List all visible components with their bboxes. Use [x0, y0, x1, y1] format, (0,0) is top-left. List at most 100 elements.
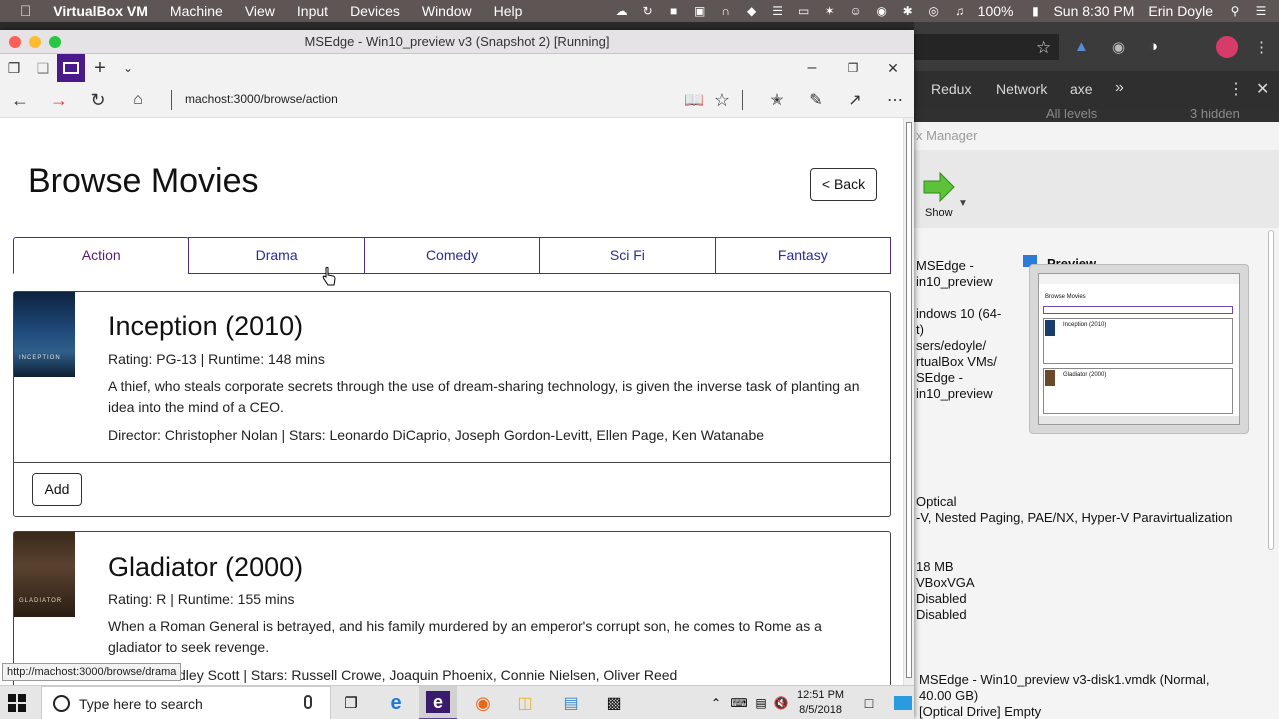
zoom-window-button[interactable]	[49, 36, 61, 48]
edge-nav-bar: ← → ↻ ⌂ machost:3000/browse/action 📖 ☆ ✭…	[0, 82, 914, 118]
close-window-button[interactable]	[9, 36, 21, 48]
profile-avatar[interactable]	[1216, 36, 1238, 58]
tab-drama[interactable]: Drama	[188, 237, 365, 274]
detail-location-1: sers/edoyle/	[916, 338, 987, 353]
dropbox-icon[interactable]: ◆	[744, 4, 760, 18]
extension-halfmoon-icon[interactable]: ◑	[1149, 38, 1158, 55]
arch-icon[interactable]: ∩	[718, 4, 734, 18]
detail-location-4: in10_preview	[916, 386, 993, 401]
menu-view[interactable]: View	[245, 3, 275, 19]
preview-page-title: Browse Movies	[1045, 294, 1086, 300]
volume-muted-icon[interactable]: 🔇	[768, 691, 794, 715]
app-name-menu[interactable]: VirtualBox VM	[53, 3, 148, 19]
details-scrollbar[interactable]	[1268, 230, 1274, 550]
windows-start-icon[interactable]	[8, 694, 26, 712]
levels-dropdown[interactable]: All levels	[1046, 109, 1097, 121]
scrollbar-thumb[interactable]	[906, 122, 912, 678]
microphone-icon[interactable]	[304, 695, 312, 709]
devtools-tab-axe[interactable]: axe	[1070, 81, 1093, 97]
terminal-icon[interactable]: ▩	[601, 691, 627, 715]
sync-icon[interactable]: ↻	[640, 4, 656, 18]
page-scrollbar[interactable]	[903, 118, 914, 685]
browser-menu-icon[interactable]: ⋮	[1254, 38, 1269, 56]
tab-preview-chevron-icon[interactable]: ⌄	[116, 58, 140, 78]
show-arrow-icon[interactable]	[922, 170, 956, 204]
devtools-close-icon[interactable]: ✕	[1256, 79, 1269, 99]
web-note-pen-icon[interactable]: ✎	[804, 88, 828, 112]
menu-bar-clock[interactable]: Sun 8:30 PM	[1053, 3, 1134, 19]
volume-icon[interactable]: ♫	[952, 4, 968, 18]
more-tabs-icon[interactable]: »	[1115, 79, 1124, 97]
action-center-icon[interactable]: □	[856, 691, 882, 715]
edge-taskbar-active[interactable]: e	[419, 686, 457, 719]
minimize-window-button[interactable]	[29, 36, 41, 48]
forward-arrow-icon[interactable]: →	[47, 88, 71, 112]
notification-center-icon[interactable]: ☰	[1253, 4, 1269, 18]
back-arrow-icon[interactable]: ←	[8, 88, 32, 112]
display-icon[interactable]: ▭	[796, 4, 812, 18]
refresh-icon[interactable]: ↻	[86, 88, 110, 112]
menu-devices[interactable]: Devices	[350, 3, 400, 19]
close-icon[interactable]: ✕	[881, 58, 905, 78]
box-icon[interactable]: ▣	[692, 4, 708, 18]
favorite-star-icon[interactable]: ☆	[710, 88, 734, 112]
restore-icon[interactable]: ❐	[841, 58, 865, 78]
task-view-icon[interactable]: ❐	[338, 691, 364, 715]
show-dropdown-icon[interactable]: ▼	[958, 198, 968, 209]
menu-input[interactable]: Input	[297, 3, 328, 19]
tab-set-aside-icon[interactable]: ❐	[2, 58, 26, 78]
bookmark-star-icon[interactable]: ☆	[1036, 38, 1051, 58]
apple-icon[interactable]: 	[20, 3, 31, 20]
active-tab[interactable]	[57, 54, 85, 82]
add-button[interactable]: Add	[32, 473, 82, 506]
spark-icon[interactable]: ✶	[822, 4, 838, 18]
back-button[interactable]: < Back	[810, 168, 877, 201]
home-icon[interactable]: ⌂	[126, 88, 150, 112]
hamburger-icon[interactable]: ☰	[770, 4, 786, 18]
taskbar-search-box[interactable]: Type here to search	[41, 686, 331, 719]
detail-disk-1: MSEdge - Win10_preview v3-disk1.vmdk (No…	[919, 672, 1210, 687]
tab-restore-icon[interactable]: ❑	[31, 58, 55, 78]
mac-menu-bar:  VirtualBox VM Machine View Input Devic…	[0, 0, 1279, 22]
address-bar[interactable]: machost:3000/browse/action	[185, 92, 338, 106]
detail-boot-order: Optical	[916, 494, 957, 509]
bluetooth-icon[interactable]: ✱	[900, 4, 916, 18]
screen-record-icon[interactable]: ◉	[874, 4, 890, 18]
extension-triangle-icon[interactable]: ▲	[1074, 38, 1089, 55]
file-explorer-icon[interactable]: ◫	[512, 691, 538, 715]
detail-location-3: SEdge -	[916, 370, 963, 385]
minimize-icon[interactable]: –	[800, 58, 824, 78]
taskbar-clock[interactable]: 12:51 PM 8/5/2018	[797, 688, 844, 718]
battery-icon[interactable]: ▮	[1027, 4, 1043, 18]
preview-poster-1	[1045, 320, 1055, 336]
detail-acceleration: -V, Nested Paging, PAE/NX, Hyper-V Parav…	[916, 510, 1233, 525]
ie-icon[interactable]: e	[383, 691, 409, 715]
wifi-icon[interactable]: ◎	[926, 4, 942, 18]
devtools-tab-network[interactable]: Network	[996, 81, 1047, 97]
reading-view-icon[interactable]: 📖	[682, 88, 706, 112]
devtools-menu-icon[interactable]: ⋮	[1228, 79, 1244, 99]
spotlight-search-icon[interactable]: ⚲	[1227, 4, 1243, 18]
tab-action[interactable]: Action	[13, 237, 190, 274]
preview-tabs	[1043, 306, 1233, 314]
more-options-icon[interactable]: ⋯	[883, 88, 907, 112]
shield-icon[interactable]: ■	[666, 4, 682, 18]
show-button-label[interactable]: Show	[925, 207, 953, 219]
tab-sci-fi[interactable]: Sci Fi	[539, 237, 716, 274]
share-icon[interactable]: ↗	[843, 88, 867, 112]
accessibility-icon[interactable]: ☺	[848, 4, 864, 18]
menu-help[interactable]: Help	[494, 3, 523, 19]
menu-window[interactable]: Window	[422, 3, 472, 19]
favorites-hub-icon[interactable]: ✭	[765, 88, 789, 112]
tab-fantasy[interactable]: Fantasy	[714, 237, 892, 274]
extension-glasses-icon[interactable]: ◉	[1112, 38, 1125, 56]
cloud-icon[interactable]: ☁	[614, 4, 630, 18]
new-tab-icon[interactable]: +	[88, 57, 112, 79]
store-icon[interactable]: ▤	[558, 691, 584, 715]
devtools-tab-redux[interactable]: Redux	[931, 81, 971, 97]
vm-status-icon[interactable]	[894, 696, 912, 710]
tab-comedy[interactable]: Comedy	[363, 237, 541, 274]
menu-machine[interactable]: Machine	[170, 3, 223, 19]
user-name[interactable]: Erin Doyle	[1148, 3, 1213, 19]
firefox-icon[interactable]: ◉	[470, 691, 496, 715]
